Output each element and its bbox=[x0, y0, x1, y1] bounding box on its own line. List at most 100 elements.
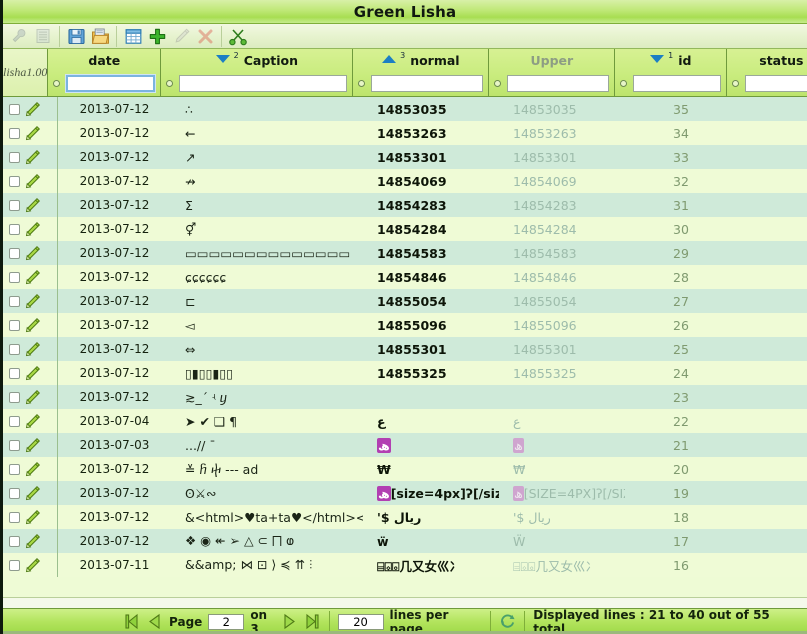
table-row[interactable]: 2013-07-12⚥148542841485428430 bbox=[3, 217, 807, 241]
sort-down-icon[interactable] bbox=[650, 55, 664, 63]
table-row[interactable]: 2013-07-11&&amp; ⋈ ⊡ ⟩ ≼ ⇈ ⫶⌸⌺⌻几又女巛冫⌸⌺⌻几… bbox=[3, 553, 807, 577]
table-row[interactable]: 2013-07-12&<html>♥ta+ta♥</html><br>'$ ري… bbox=[3, 505, 807, 529]
row-edit-pencil-icon[interactable] bbox=[24, 389, 41, 406]
row-edit-pencil-icon[interactable] bbox=[24, 533, 41, 550]
row-select-checkbox[interactable] bbox=[9, 176, 20, 187]
sort-up-icon[interactable] bbox=[382, 55, 396, 63]
row-select-checkbox[interactable] bbox=[9, 440, 20, 451]
filter-input-normal[interactable] bbox=[371, 75, 483, 92]
filter-mode-radio-date[interactable] bbox=[53, 80, 60, 87]
filter-input-id[interactable] bbox=[633, 75, 721, 92]
cell-caption: ↛ bbox=[171, 169, 363, 193]
table-row[interactable]: 2013-07-12▯▮▯▯▮▯▯148553251485532524 bbox=[3, 361, 807, 385]
table-row[interactable]: 2013-07-12ʘ⚔∾ﮪ[size=4px]ʔ[/size]ﮪ[SIZE=4… bbox=[3, 481, 807, 505]
table-row[interactable]: 2013-07-03...// ¯ﮪﮪ21 bbox=[3, 433, 807, 457]
cell-normal: 14854283 bbox=[363, 193, 499, 217]
row-select-checkbox[interactable] bbox=[9, 128, 20, 139]
row-select-checkbox[interactable] bbox=[9, 368, 20, 379]
column-header-normal[interactable]: 3normal bbox=[353, 49, 489, 97]
last-page-icon[interactable] bbox=[304, 613, 321, 630]
row-edit-pencil-icon[interactable] bbox=[24, 197, 41, 214]
row-edit-pencil-icon[interactable] bbox=[24, 509, 41, 526]
row-select-checkbox[interactable] bbox=[9, 392, 20, 403]
row-select-checkbox[interactable] bbox=[9, 104, 20, 115]
table-row[interactable]: 2013-07-12⇔148553011485530125 bbox=[3, 337, 807, 361]
row-edit-pencil-icon[interactable] bbox=[24, 125, 41, 142]
row-select-checkbox[interactable] bbox=[9, 248, 20, 259]
filter-input-date[interactable] bbox=[66, 75, 155, 92]
refresh-icon[interactable] bbox=[499, 613, 516, 630]
next-page-icon[interactable] bbox=[281, 613, 298, 630]
table-row[interactable]: 2013-07-12↗148533011485330133 bbox=[3, 145, 807, 169]
row-select-checkbox[interactable] bbox=[9, 560, 20, 571]
table-row[interactable]: 2013-07-12←148532631485326334 bbox=[3, 121, 807, 145]
table-row[interactable]: 2013-07-12≚ ⴌ ⴕ --- ad₩₩20 bbox=[3, 457, 807, 481]
filter-mode-radio-caption[interactable] bbox=[166, 80, 173, 87]
row-edit-pencil-icon[interactable] bbox=[24, 245, 41, 262]
row-edit-pencil-icon[interactable] bbox=[24, 293, 41, 310]
row-edit-pencil-icon[interactable] bbox=[24, 269, 41, 286]
cut-icon[interactable] bbox=[226, 25, 250, 47]
row-select-checkbox[interactable] bbox=[9, 512, 20, 523]
row-select-checkbox[interactable] bbox=[9, 272, 20, 283]
row-select-checkbox[interactable] bbox=[9, 416, 20, 427]
table-row[interactable]: 2013-07-04➤ ✔ ❑ ¶عع22 bbox=[3, 409, 807, 433]
add-row-icon[interactable] bbox=[145, 25, 169, 47]
row-select-checkbox[interactable] bbox=[9, 464, 20, 475]
filter-input-upper[interactable] bbox=[507, 75, 609, 92]
sort-down-icon[interactable] bbox=[216, 55, 230, 63]
column-header-status[interactable]: status bbox=[727, 49, 807, 97]
table-row[interactable]: 2013-07-12◅148550961485509626 bbox=[3, 313, 807, 337]
table-row[interactable]: 2013-07-12Σ148542831485428331 bbox=[3, 193, 807, 217]
row-edit-pencil-icon[interactable] bbox=[24, 221, 41, 238]
column-header-id[interactable]: 1id bbox=[615, 49, 727, 97]
filter-input-caption[interactable] bbox=[179, 75, 347, 92]
row-select-checkbox[interactable] bbox=[9, 224, 20, 235]
column-header-label: status bbox=[759, 53, 803, 68]
lines-per-page-input[interactable] bbox=[338, 614, 384, 630]
table-view-icon[interactable] bbox=[121, 25, 145, 47]
filter-mode-radio-normal[interactable] bbox=[358, 80, 365, 87]
table-row[interactable]: 2013-07-12▭▭▭▭▭▭▭▭▭▭▭▭▭▭1485458314854583… bbox=[3, 241, 807, 265]
previous-page-icon[interactable] bbox=[146, 613, 163, 630]
row-edit-pencil-icon[interactable] bbox=[24, 317, 41, 334]
filter-input-status[interactable] bbox=[745, 75, 807, 92]
column-header-caption[interactable]: 2Caption bbox=[161, 49, 353, 97]
column-header-date[interactable]: date bbox=[48, 49, 161, 97]
row-edit-pencil-icon[interactable] bbox=[24, 149, 41, 166]
row-select-checkbox[interactable] bbox=[9, 296, 20, 307]
row-edit-pencil-icon[interactable] bbox=[24, 173, 41, 190]
row-edit-pencil-icon[interactable] bbox=[24, 485, 41, 502]
row-edit-pencil-icon[interactable] bbox=[24, 557, 41, 574]
row-select-checkbox[interactable] bbox=[9, 152, 20, 163]
table-row[interactable]: 2013-07-12❖ ◉ ↞ ➢ △ ⊂ ⨅ ⱷẅẄ17 bbox=[3, 529, 807, 553]
table-row[interactable]: 2013-07-12⊏148550541485505427 bbox=[3, 289, 807, 313]
save-icon[interactable] bbox=[64, 25, 88, 47]
table-row[interactable]: 2013-07-12≳_´ ʵ ⴘ23 bbox=[3, 385, 807, 409]
cell-date: 2013-07-12 bbox=[58, 529, 171, 553]
row-edit-pencil-icon[interactable] bbox=[24, 413, 41, 430]
filter-mode-radio-status[interactable] bbox=[732, 80, 739, 87]
filter-mode-radio-upper[interactable] bbox=[494, 80, 501, 87]
open-folder-icon[interactable] bbox=[88, 25, 112, 47]
row-select-checkbox[interactable] bbox=[9, 536, 20, 547]
row-edit-pencil-icon[interactable] bbox=[24, 437, 41, 454]
first-page-icon[interactable] bbox=[123, 613, 140, 630]
row-edit-pencil-icon[interactable] bbox=[24, 101, 41, 118]
row-select-checkbox[interactable] bbox=[9, 200, 20, 211]
row-select-checkbox[interactable] bbox=[9, 320, 20, 331]
cell-normal: ﮪ[size=4px]ʔ[/size] bbox=[363, 481, 499, 505]
row-edit-pencil-icon[interactable] bbox=[24, 461, 41, 478]
row-edit-pencil-icon[interactable] bbox=[24, 365, 41, 382]
column-header-upper[interactable]: Upper bbox=[489, 49, 615, 97]
table-row[interactable]: 2013-07-12↛148540691485406932 bbox=[3, 169, 807, 193]
filter-mode-radio-id[interactable] bbox=[620, 80, 627, 87]
column-header-label: Upper bbox=[530, 53, 573, 68]
row-select-checkbox[interactable] bbox=[9, 344, 20, 355]
table-row[interactable]: 2013-07-12ɕɕɕɕɕɕ148548461485484628 bbox=[3, 265, 807, 289]
table-row[interactable]: 2013-07-12∴148530351485303535 bbox=[3, 97, 807, 121]
page-number-input[interactable] bbox=[208, 614, 244, 630]
cell-normal: 14853301 bbox=[363, 145, 499, 169]
row-select-checkbox[interactable] bbox=[9, 488, 20, 499]
row-edit-pencil-icon[interactable] bbox=[24, 341, 41, 358]
